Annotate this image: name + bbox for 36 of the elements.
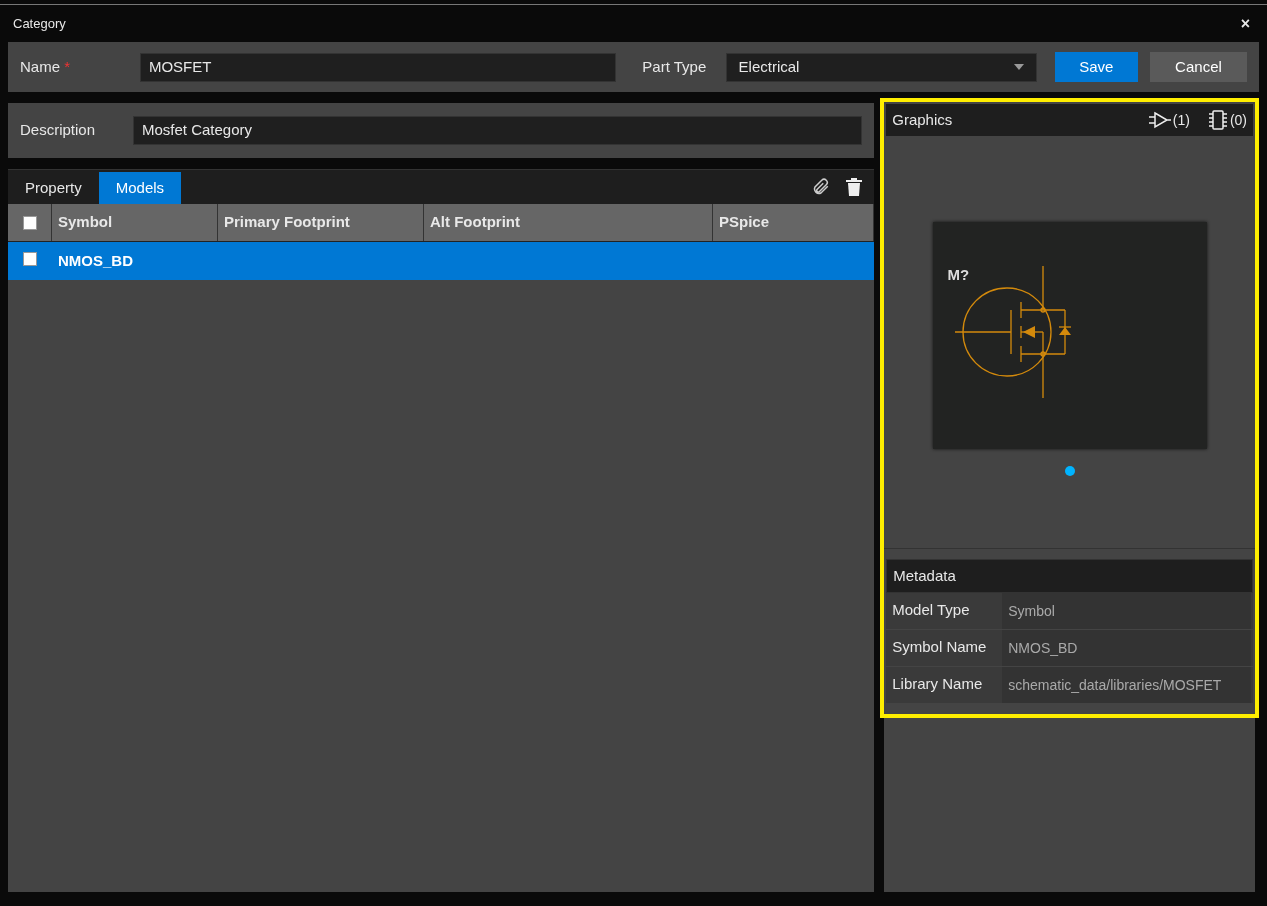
tab[interactable]: Models xyxy=(98,172,182,204)
column-header: Primary Footprint xyxy=(218,204,424,241)
row-checkbox[interactable] xyxy=(23,251,37,266)
metadata-value: schematic_data/libraries/MOSFET xyxy=(1002,667,1251,703)
name-label: Name * xyxy=(20,56,72,77)
select-all-checkbox[interactable] xyxy=(22,215,37,230)
table-cell-text: NMOS_BD xyxy=(57,250,134,271)
table-row[interactable]: NMOS_BD xyxy=(8,242,875,280)
name-field[interactable]: MOSFET xyxy=(139,52,617,82)
tab[interactable]: Property xyxy=(8,172,99,204)
column-header: PSpice xyxy=(713,204,875,241)
description-field[interactable]: Mosfet Category xyxy=(133,116,863,145)
part-type-label: Part Type xyxy=(642,56,708,77)
chip-icon[interactable] xyxy=(1207,110,1228,130)
metadata-label: Model Type xyxy=(891,600,971,620)
description-label: Description xyxy=(20,120,97,141)
window-title: Category xyxy=(13,14,66,33)
column-header: Alt Footprint xyxy=(424,204,713,241)
metadata-value: NMOS_BD xyxy=(1002,630,1251,666)
graphics-title: Graphics xyxy=(892,109,953,130)
save-button[interactable]: Save xyxy=(1054,52,1138,82)
symbol-count: (1) xyxy=(1172,110,1190,130)
close-button[interactable]: × xyxy=(1236,11,1254,36)
metadata-label: Symbol Name xyxy=(891,637,988,657)
caret-icon xyxy=(1013,64,1024,70)
metadata-value: Symbol xyxy=(1002,593,1251,629)
footprint-count: (0) xyxy=(1229,110,1247,130)
part-type-dropdown[interactable]: Electrical xyxy=(725,52,1037,82)
column-header: Symbol xyxy=(52,204,218,241)
trash-icon[interactable] xyxy=(846,178,863,196)
cancel-button[interactable]: Cancel xyxy=(1149,52,1247,82)
amplifier-icon[interactable] xyxy=(1148,111,1171,129)
metadata-label: Library Name xyxy=(891,674,984,694)
paperclip-icon[interactable] xyxy=(812,178,831,196)
reference-label: M? xyxy=(947,265,970,285)
metadata-title: Metadata xyxy=(886,559,1253,593)
